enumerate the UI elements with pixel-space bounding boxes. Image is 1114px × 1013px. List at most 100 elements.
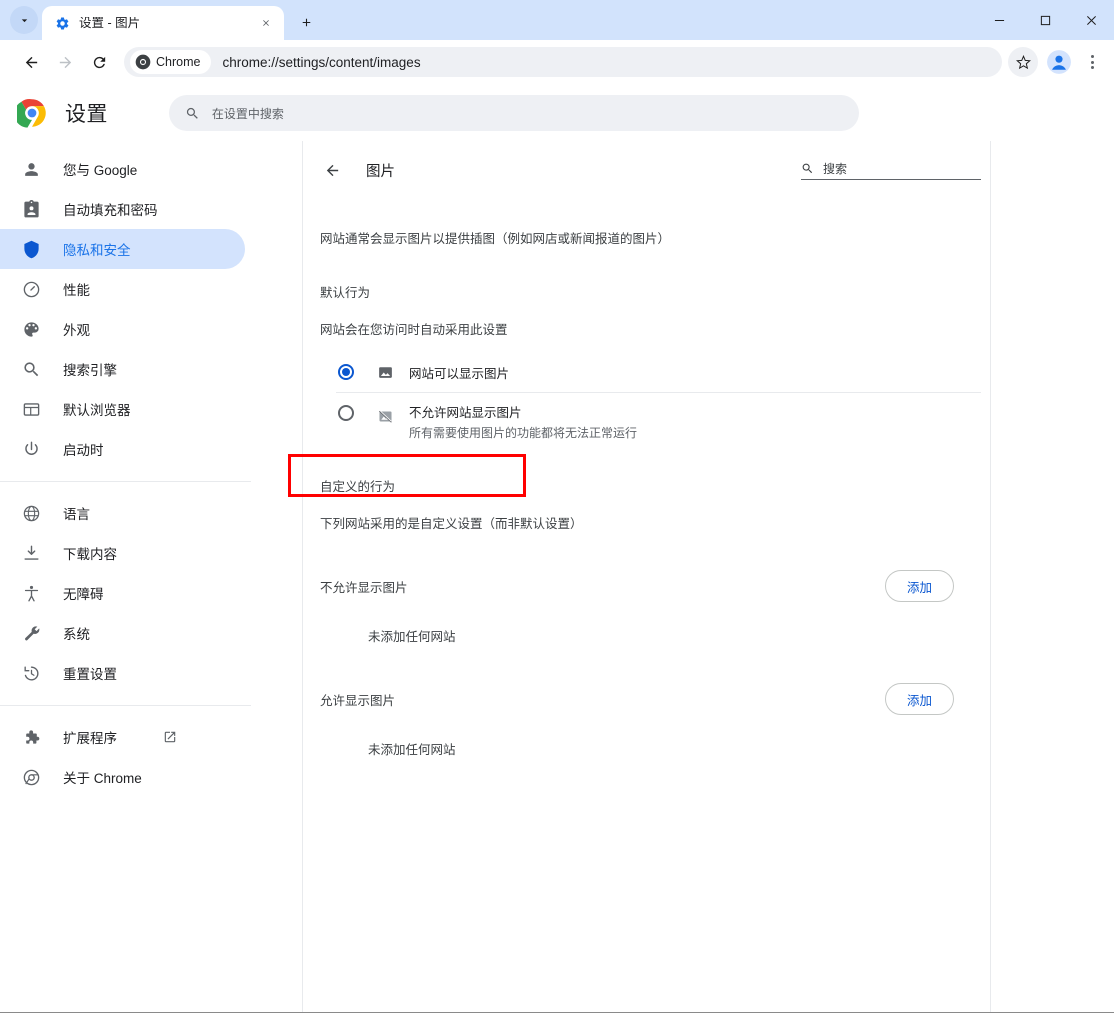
radio-option-block-images[interactable]: 不允许网站显示图片 所有需要使用图片的功能都将无法正常运行 — [320, 393, 981, 445]
forward-button[interactable] — [48, 45, 82, 79]
sidebar-item-privacy-security[interactable]: 隐私和安全 — [0, 229, 245, 269]
sidebar-item-on-startup[interactable]: 启动时 — [0, 429, 245, 469]
default-behavior-radio-group: 网站可以显示图片 不允许网站显示图片 所有需要使用图片的功能都将无法正常运行 — [320, 352, 981, 445]
tab-strip: 设置 - 图片 — [0, 0, 1114, 40]
download-icon — [21, 543, 41, 563]
sidebar-item-label: 启动时 — [63, 443, 104, 458]
sidebar-item-label: 无障碍 — [63, 587, 104, 602]
back-to-site-settings-button[interactable] — [320, 158, 344, 182]
star-icon — [1015, 54, 1031, 69]
sidebar-item-label: 默认浏览器 — [63, 403, 131, 418]
chrome-origin-chip[interactable]: Chrome — [130, 50, 212, 74]
custom-behavior-label: 自定义的行为 — [320, 480, 396, 494]
image-icon — [376, 363, 394, 381]
arrow-left-icon — [25, 56, 37, 68]
profile-avatar-icon — [1047, 50, 1071, 74]
content-description: 网站通常会显示图片以提供插图（例如网店或新闻报道的图片） — [320, 232, 671, 246]
sidebar-item-accessibility[interactable]: 无障碍 — [0, 573, 245, 613]
browser-menu-button[interactable] — [1078, 45, 1106, 79]
empty-state-text: 未添加任何网站 — [368, 630, 456, 644]
chevron-down-icon — [21, 18, 27, 22]
browser-tab[interactable]: 设置 - 图片 — [42, 6, 284, 40]
tab-search-button[interactable] — [10, 6, 38, 34]
external-link-icon — [164, 731, 176, 743]
image-blocked-icon — [376, 407, 394, 425]
maximize-button[interactable] — [1022, 0, 1068, 40]
sidebar-item-downloads[interactable]: 下载内容 — [0, 533, 245, 573]
default-behavior-subtitle: 网站会在您访问时自动采用此设置 — [320, 323, 508, 337]
sidebar-item-label: 语言 — [63, 507, 90, 522]
radio-option-allow-images[interactable]: 网站可以显示图片 — [320, 352, 981, 392]
permission-block-label: 允许显示图片 — [320, 693, 396, 708]
person-icon — [21, 159, 41, 179]
sidebar-item-label: 外观 — [63, 323, 90, 338]
sidebar-divider — [0, 705, 251, 706]
empty-state-text: 未添加任何网站 — [368, 743, 456, 757]
permission-block-blocked: 不允许显示图片 添加 未添加任何网站 — [320, 566, 981, 645]
radio-option-title: 不允许网站显示图片 — [409, 406, 522, 420]
chrome-logo-icon — [21, 767, 41, 787]
close-window-button[interactable] — [1068, 0, 1114, 40]
sidebar-item-default-browser[interactable]: 默认浏览器 — [0, 389, 245, 429]
sidebar-item-about-chrome[interactable]: 关于 Chrome — [0, 757, 245, 797]
close-icon[interactable] — [256, 13, 276, 33]
shield-icon — [21, 239, 41, 259]
puzzle-icon — [21, 727, 41, 747]
arrow-left-icon — [326, 164, 338, 176]
reload-button[interactable] — [82, 45, 116, 79]
content-right-gutter — [990, 141, 1114, 1013]
speedometer-icon — [21, 279, 41, 299]
bookmark-button[interactable] — [1008, 47, 1038, 77]
sidebar-item-search-engine[interactable]: 搜索引擎 — [0, 349, 245, 389]
settings-body: 您与 Google 自动填充和密码 隐私和安全 性能 外观 搜索引擎 默认浏览器… — [0, 141, 1114, 1013]
sidebar-item-appearance[interactable]: 外观 — [0, 309, 245, 349]
reload-icon — [93, 56, 105, 68]
permission-block-label: 不允许显示图片 — [320, 580, 408, 595]
sidebar-item-autofill-passwords[interactable]: 自动填充和密码 — [0, 189, 245, 229]
permission-block-allowed: 允许显示图片 添加 未添加任何网站 — [320, 679, 981, 758]
sidebar-item-performance[interactable]: 性能 — [0, 269, 245, 309]
search-icon — [21, 359, 41, 379]
address-bar[interactable]: Chrome chrome://settings/content/images — [124, 47, 1002, 77]
palette-icon — [21, 319, 41, 339]
sidebar-item-you-and-google[interactable]: 您与 Google — [0, 149, 245, 189]
sidebar-item-label: 关于 Chrome — [63, 771, 142, 786]
custom-behavior-subtitle: 下列网站采用的是自定义设置（而非默认设置） — [320, 517, 583, 531]
content-title: 图片 — [366, 163, 395, 180]
sidebar-divider — [0, 481, 251, 482]
add-blocked-site-button[interactable]: 添加 — [884, 570, 954, 602]
sidebar-item-languages[interactable]: 语言 — [0, 493, 245, 533]
default-behavior-label: 默认行为 — [320, 286, 371, 300]
chrome-logo-icon — [135, 54, 151, 70]
content-search-input[interactable]: 搜索 — [801, 160, 981, 180]
sidebar-item-system[interactable]: 系统 — [0, 613, 245, 653]
clipboard-icon — [21, 199, 41, 219]
radio-indicator-unselected[interactable] — [338, 405, 354, 421]
add-allowed-site-button[interactable]: 添加 — [884, 683, 954, 715]
sidebar-item-reset-settings[interactable]: 重置设置 — [0, 653, 245, 693]
chrome-logo-icon — [17, 99, 46, 128]
settings-search-input[interactable]: 在设置中搜索 — [168, 95, 859, 131]
page-title: 设置 — [65, 103, 108, 126]
sidebar-item-label: 扩展程序 — [63, 731, 117, 746]
back-button[interactable] — [14, 45, 48, 79]
url-text: chrome://settings/content/images — [222, 54, 421, 70]
sidebar-item-label: 性能 — [63, 283, 90, 298]
globe-icon — [21, 503, 41, 523]
browser-window: 设置 - 图片 Chrome chrome://settings/content… — [0, 0, 1114, 1013]
radio-indicator-selected[interactable] — [338, 364, 354, 380]
profile-button[interactable] — [1044, 47, 1074, 77]
search-icon — [186, 107, 198, 119]
sidebar-item-extensions[interactable]: 扩展程序 — [0, 717, 245, 757]
settings-header: 设置 在设置中搜索 — [0, 85, 1114, 141]
chrome-chip-label: Chrome — [156, 54, 201, 69]
minimize-button[interactable] — [976, 0, 1022, 40]
radio-option-title: 网站可以显示图片 — [409, 366, 510, 381]
content-header: 图片 搜索 — [320, 155, 981, 185]
sidebar-item-label: 隐私和安全 — [63, 243, 131, 258]
gear-icon — [54, 15, 70, 31]
sidebar-item-label: 系统 — [63, 627, 90, 642]
accessibility-icon — [21, 583, 41, 603]
sidebar-item-label: 自动填充和密码 — [63, 203, 158, 218]
new-tab-button[interactable] — [292, 8, 320, 36]
